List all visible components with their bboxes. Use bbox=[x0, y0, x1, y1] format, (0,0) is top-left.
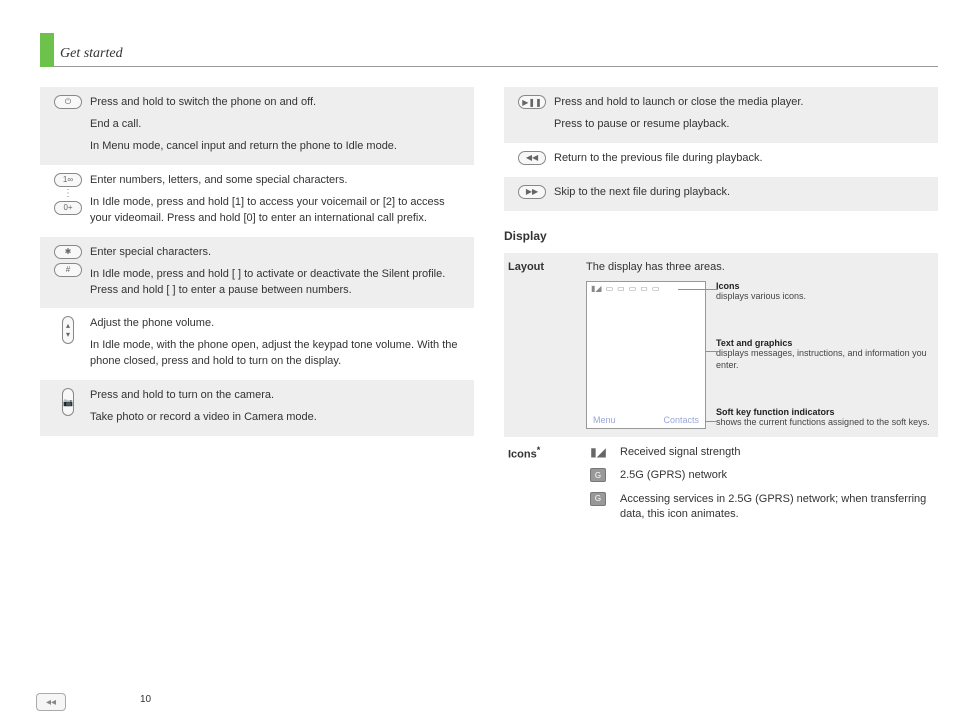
screen-main-area bbox=[587, 296, 705, 412]
screen-callouts: Icons displays various icons. Text and g… bbox=[716, 281, 934, 429]
play-pause-key-icon: ▶❚❚ bbox=[510, 95, 554, 109]
callout-icons: Icons displays various icons. bbox=[716, 281, 934, 303]
key-desc-line: Press and hold to launch or close the me… bbox=[554, 95, 932, 111]
key-desc-line: Press and hold to turn on the camera. bbox=[90, 388, 468, 404]
display-icons-row: Icons* ▮◢ Received signal strength G 2.5… bbox=[504, 437, 938, 539]
key-desc: Return to the previous file during playb… bbox=[554, 151, 932, 167]
display-layout-body: The display has three areas. ▮◢▭▭▭▭▭ Men… bbox=[586, 261, 934, 429]
gprs-2-5g-icon: G bbox=[586, 468, 610, 482]
screen-softkeys: Menu Contacts bbox=[587, 412, 705, 428]
key-desc: Press and hold to turn on the camera. Ta… bbox=[90, 388, 468, 426]
callout-softkeys: Soft key function indicators shows the c… bbox=[716, 407, 934, 429]
phone-screen-diagram: ▮◢▭▭▭▭▭ Menu Contacts bbox=[586, 281, 706, 429]
page-title: Get started bbox=[60, 46, 123, 64]
key-desc-line: Take photo or record a video in Camera m… bbox=[90, 410, 468, 426]
key-row-starhash: ✱ # Enter special characters. In Idle mo… bbox=[40, 237, 474, 309]
key-desc-line: Return to the previous file during playb… bbox=[554, 151, 932, 167]
icon-desc: Accessing services in 2.5G (GPRS) networ… bbox=[620, 492, 934, 523]
display-layout-label: Layout bbox=[508, 261, 586, 273]
key-row-power: ⏻ Press and hold to switch the phone on … bbox=[40, 87, 474, 165]
key-desc: Press and hold to launch or close the me… bbox=[554, 95, 932, 133]
icon-desc: 2.5G (GPRS) network bbox=[620, 468, 934, 483]
key-row-prev: ◀◀ Return to the previous file during pl… bbox=[504, 143, 938, 177]
display-section-title: Display bbox=[504, 229, 938, 243]
number-keys-icon: 1∞ ⋮ 0+ bbox=[46, 173, 90, 215]
left-column: ⏻ Press and hold to switch the phone on … bbox=[40, 87, 474, 538]
key-row-camera: 📷 Press and hold to turn on the camera. … bbox=[40, 380, 474, 436]
key-desc-line: End a call. bbox=[90, 117, 468, 133]
key-row-volume: ▴▾ Adjust the phone volume. In Idle mode… bbox=[40, 308, 474, 380]
page-number: 10 bbox=[140, 694, 151, 705]
right-column: ▶❚❚ Press and hold to launch or close th… bbox=[504, 87, 938, 538]
footer-page-icon: ◂◂ bbox=[36, 693, 66, 711]
next-file-key-icon: ▶▶ bbox=[510, 185, 554, 199]
star-hash-keys-icon: ✱ # bbox=[46, 245, 90, 277]
prev-file-key-icon: ◀◀ bbox=[510, 151, 554, 165]
key-desc-line: In Idle mode, with the phone open, adjus… bbox=[90, 338, 468, 370]
key-row-numbers: 1∞ ⋮ 0+ Enter numbers, letters, and some… bbox=[40, 165, 474, 237]
key-desc-line: Adjust the phone volume. bbox=[90, 316, 468, 332]
key-desc-line: Press to pause or resume playback. bbox=[554, 117, 932, 133]
power-key-icon: ⏻ bbox=[46, 95, 90, 109]
key-desc: Enter special characters. In Idle mode, … bbox=[90, 245, 468, 299]
key-desc-line: In Menu mode, cancel input and return th… bbox=[90, 139, 468, 155]
softkey-right: Contacts bbox=[663, 415, 699, 425]
key-row-next: ▶▶ Skip to the next file during playback… bbox=[504, 177, 938, 211]
icon-row-gprs-active: G Accessing services in 2.5G (GPRS) netw… bbox=[586, 492, 934, 523]
display-icons-body: ▮◢ Received signal strength G 2.5G (GPRS… bbox=[586, 445, 934, 531]
header-accent-tab bbox=[40, 33, 54, 67]
signal-strength-icon: ▮◢ bbox=[586, 445, 610, 459]
callout-line bbox=[706, 351, 718, 352]
icon-row-signal: ▮◢ Received signal strength bbox=[586, 445, 934, 460]
display-icons-label: Icons* bbox=[508, 445, 586, 461]
footnote-marker: * bbox=[537, 445, 541, 455]
camera-key-icon: 📷 bbox=[46, 388, 90, 416]
page-header: Get started bbox=[40, 30, 938, 67]
icon-row-gprs: G 2.5G (GPRS) network bbox=[586, 468, 934, 483]
key-desc-line: Enter special characters. bbox=[90, 245, 468, 261]
key-row-play: ▶❚❚ Press and hold to launch or close th… bbox=[504, 87, 938, 143]
key-desc: Skip to the next file during playback. bbox=[554, 185, 932, 201]
display-layout-row: Layout The display has three areas. ▮◢▭▭… bbox=[504, 253, 938, 437]
callout-line bbox=[706, 421, 718, 422]
volume-key-icon: ▴▾ bbox=[46, 316, 90, 344]
key-desc-line: In Idle mode, press and hold [1] to acce… bbox=[90, 195, 468, 227]
content-columns: ⏻ Press and hold to switch the phone on … bbox=[40, 87, 938, 538]
key-desc-line: In Idle mode, press and hold [ ] to acti… bbox=[90, 267, 468, 299]
key-desc: Press and hold to switch the phone on an… bbox=[90, 95, 468, 155]
key-desc-line: Press and hold to switch the phone on an… bbox=[90, 95, 468, 111]
display-layout-intro: The display has three areas. bbox=[586, 261, 934, 273]
callout-text-graphics: Text and graphics displays messages, ins… bbox=[716, 338, 934, 371]
icon-desc: Received signal strength bbox=[620, 445, 934, 460]
gprs-active-icon: G bbox=[586, 492, 610, 506]
softkey-left: Menu bbox=[593, 415, 616, 425]
key-desc: Adjust the phone volume. In Idle mode, w… bbox=[90, 316, 468, 370]
key-desc: Enter numbers, letters, and some special… bbox=[90, 173, 468, 227]
key-desc-line: Skip to the next file during playback. bbox=[554, 185, 932, 201]
key-desc-line: Enter numbers, letters, and some special… bbox=[90, 173, 468, 189]
callout-line bbox=[678, 289, 718, 290]
